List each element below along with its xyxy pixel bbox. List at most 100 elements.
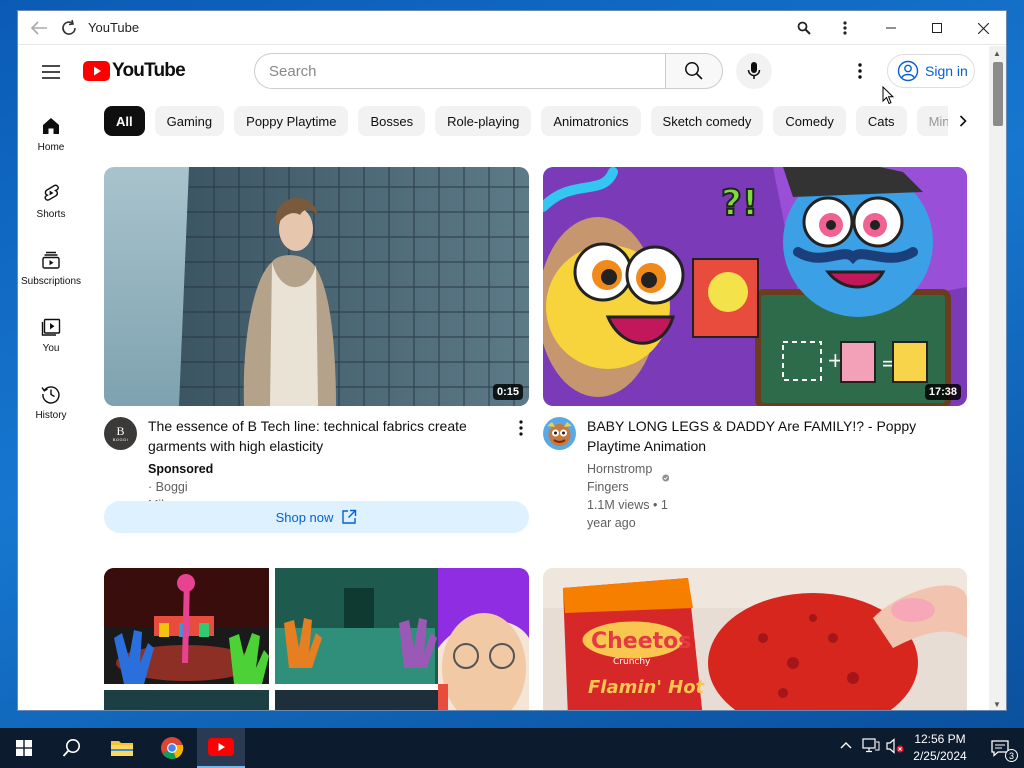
thumbnail-sub-text: Crunchy: [613, 657, 651, 667]
avatar-letter: B: [116, 423, 125, 438]
channel-line: Hornstromp Fingers: [587, 460, 669, 496]
page-scrollbar[interactable]: ▲ ▼: [989, 46, 1006, 710]
title-bar: YouTube: [18, 11, 1006, 45]
video-title-line: Playtime Animation: [587, 438, 707, 454]
filter-chips-bar: All Gaming Poppy Playtime Bosses Role-pl…: [104, 106, 990, 136]
meta-separator: •: [653, 498, 658, 512]
youtube-play-icon: [83, 61, 110, 81]
start-button[interactable]: [0, 728, 48, 768]
volume-tray-icon[interactable]: [886, 738, 904, 757]
reload-icon: [62, 19, 76, 35]
clock-time: 12:56 PM: [914, 732, 966, 746]
chip-bosses[interactable]: Bosses: [358, 106, 426, 136]
taskbar-file-explorer[interactable]: [98, 728, 146, 768]
channel-avatar[interactable]: B BOGGI: [104, 417, 137, 450]
mouse-cursor-icon: [882, 86, 894, 105]
zoom-button[interactable]: [786, 11, 822, 45]
maximize-icon: [932, 23, 942, 33]
search-button[interactable]: [665, 53, 723, 89]
view-count: 1.1M views: [587, 498, 650, 512]
channel-avatar-image: [547, 422, 572, 446]
chip-gaming[interactable]: Gaming: [154, 106, 225, 136]
video-thumbnail[interactable]: + = ?! 17:38: [543, 167, 967, 406]
browser-menu-button[interactable]: [822, 11, 868, 45]
chip-poppy-playtime[interactable]: Poppy Playtime: [234, 106, 349, 136]
sign-in-label: Sign in: [925, 63, 968, 79]
search-icon: [685, 62, 703, 80]
chip-role-playing[interactable]: Role-playing: [435, 106, 532, 136]
reload-button[interactable]: [54, 11, 84, 45]
video-title-line: The essence of B Tech line: technical fa…: [148, 418, 467, 434]
sidebar-item-label: You: [42, 343, 60, 354]
guide-menu-button[interactable]: [38, 60, 64, 84]
account-icon: [897, 60, 919, 82]
back-arrow-icon: [30, 20, 47, 35]
scroll-up-arrow-icon[interactable]: ▲: [993, 49, 1001, 58]
settings-menu-button[interactable]: [848, 58, 872, 84]
taskbar-clock[interactable]: 12:56 PM 2/25/2024: [905, 731, 975, 765]
folder-icon: [111, 741, 133, 756]
chip-cats[interactable]: Cats: [855, 106, 907, 136]
video-title[interactable]: The essence of B Tech line: technical fa…: [148, 416, 498, 456]
scrollbar-thumb[interactable]: [993, 62, 1003, 126]
taskbar-youtube-app[interactable]: [197, 728, 245, 768]
logo-text: YouTube: [112, 60, 186, 81]
browser-window: YouTube YouTube Search Sign in Home Shor…: [17, 10, 1007, 711]
sign-in-button[interactable]: Sign in: [887, 54, 975, 88]
video-title[interactable]: BABY LONG LEGS & DADDY Are FAMILY!? - Po…: [587, 416, 937, 456]
minimize-icon: [886, 27, 896, 29]
meta-separator: ·: [148, 480, 153, 494]
clock-date: 2/25/2024: [913, 749, 967, 763]
sidebar-item-subscriptions[interactable]: Subscriptions: [18, 236, 84, 303]
taskbar-chrome[interactable]: [148, 728, 196, 768]
close-icon: [977, 22, 989, 34]
chip-comedy[interactable]: Comedy: [773, 106, 846, 136]
youtube-page: YouTube Sign in Home: [18, 46, 990, 710]
svg-text:?!: ?!: [721, 183, 758, 224]
sidebar-item-shorts[interactable]: Shorts: [18, 169, 84, 236]
chip-sketch-comedy[interactable]: Sketch comedy: [650, 106, 764, 136]
search-input[interactable]: [255, 54, 665, 88]
video-menu-button[interactable]: [513, 417, 529, 439]
kebab-icon: [858, 63, 862, 79]
sidebar-item-you[interactable]: You: [18, 303, 84, 370]
hamburger-icon: [42, 65, 60, 79]
taskbar-search-button[interactable]: [48, 728, 96, 768]
thumbnail-brand-text: Cheetos: [591, 629, 691, 654]
shop-now-button[interactable]: Shop now: [104, 501, 529, 533]
masthead: YouTube Sign in: [18, 46, 990, 105]
youtube-logo[interactable]: YouTube: [83, 60, 186, 82]
chevron-right-icon: [959, 115, 967, 127]
chips-next-button[interactable]: [948, 106, 978, 136]
chip-all[interactable]: All: [104, 106, 145, 136]
close-button[interactable]: [960, 11, 1006, 45]
shorts-icon: [44, 184, 59, 201]
video-thumbnail[interactable]: 0:15: [104, 167, 529, 406]
video-title-line: BABY LONG LEGS & DADDY Are FAMILY!? - Po…: [587, 418, 917, 434]
subscriptions-icon: [42, 251, 60, 269]
sidebar-item-history[interactable]: History: [18, 370, 84, 437]
back-button[interactable]: [24, 11, 54, 45]
sidebar-item-label: History: [35, 410, 67, 421]
channel-name[interactable]: Hornstromp Fingers: [587, 460, 657, 496]
views-line: 1.1M views • 1 year ago: [587, 496, 669, 532]
minimize-button[interactable]: [868, 11, 914, 45]
thumbnail-image: Cheetos Crunchy Flamin' Hot: [543, 568, 967, 710]
action-center-button[interactable]: 3: [976, 728, 1024, 768]
maximize-button[interactable]: [914, 11, 960, 45]
you-icon: [41, 318, 61, 336]
microphone-icon: [747, 62, 761, 79]
thumbnail-flavor-text: Flamin' Hot: [588, 677, 706, 698]
duration-badge: 17:38: [924, 384, 961, 400]
voice-search-button[interactable]: [736, 53, 772, 89]
chip-animatronics[interactable]: Animatronics: [541, 106, 641, 136]
network-tray-icon[interactable]: [862, 738, 880, 757]
sidebar-item-home[interactable]: Home: [18, 102, 84, 169]
sidebar-item-label: Subscriptions: [20, 276, 82, 287]
show-hidden-icons-button[interactable]: [840, 738, 852, 752]
scroll-down-arrow-icon[interactable]: ▼: [993, 700, 1001, 709]
external-link-icon: [342, 509, 357, 524]
channel-avatar[interactable]: [543, 417, 576, 450]
video-thumbnail[interactable]: Cheetos Crunchy Flamin' Hot: [543, 568, 967, 710]
video-thumbnail[interactable]: [104, 568, 529, 710]
